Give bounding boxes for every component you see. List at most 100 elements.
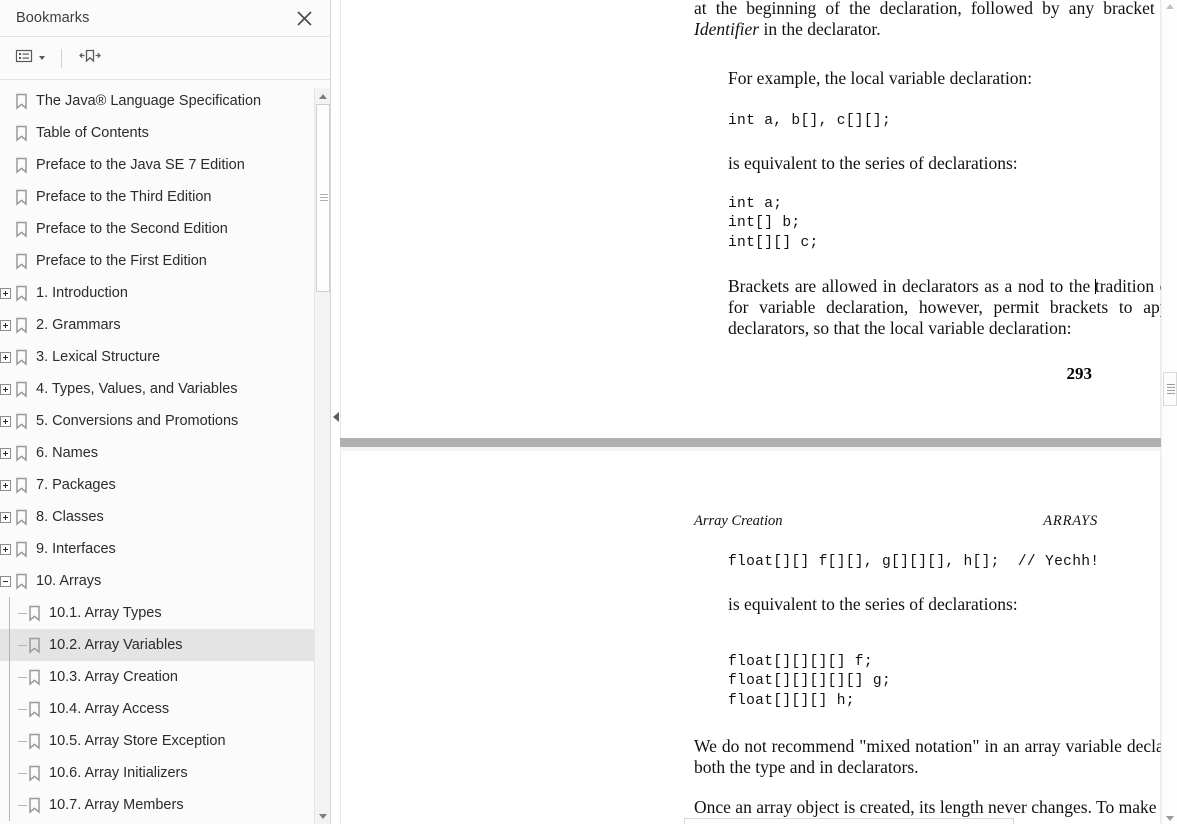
- bookmarks-tree[interactable]: The Java® Language Specification Table of…: [0, 80, 330, 824]
- bookmark-item[interactable]: 10.5. Array Store Exception: [0, 725, 330, 757]
- tree-connector: [18, 612, 27, 614]
- bookmark-icon: [16, 189, 27, 206]
- expand-current-bookmark-button[interactable]: [75, 45, 105, 71]
- bookmark-icon: [16, 317, 27, 334]
- code-block-3: float[][] f[][], g[][][], h[]; // Yechh!: [728, 554, 1100, 570]
- expand-toggle-icon[interactable]: [0, 319, 11, 331]
- expand-bookmark-icon: [78, 46, 102, 71]
- bookmark-icon: [29, 765, 40, 782]
- bookmark-item[interactable]: Preface to the Java SE 7 Edition: [0, 149, 330, 181]
- toolbar-divider: [61, 48, 62, 68]
- scroll-down-arrow-icon[interactable]: [315, 808, 331, 824]
- bookmarks-panel: Bookmarks The Java® Language Specificati…: [0, 0, 331, 824]
- bookmark-icon: [29, 605, 40, 622]
- bookmark-icon: [16, 349, 27, 366]
- identifier-italic: Identifier: [694, 19, 760, 39]
- running-header-right: ARRAYS: [1043, 513, 1098, 529]
- bookmark-label: Table of Contents: [36, 125, 149, 141]
- tree-indent-guide: [0, 661, 18, 693]
- tree-indent-guide: [0, 597, 18, 629]
- close-icon[interactable]: [292, 6, 316, 30]
- bookmark-item[interactable]: 9. Interfaces: [0, 533, 330, 565]
- bookmark-label: 6. Names: [36, 445, 99, 461]
- bookmark-icon: [16, 285, 27, 302]
- brackets-paragraph: Brackets are allowed in declarators as a…: [728, 276, 1177, 339]
- tree-indent-guide: [0, 693, 18, 725]
- document-page-293: at the beginning of the declaration, fol…: [340, 0, 1177, 438]
- panel-title: Bookmarks: [16, 10, 90, 26]
- bookmark-item[interactable]: 10. Arrays: [0, 565, 330, 597]
- bookmark-label: 10.4. Array Access: [49, 701, 170, 717]
- bookmark-item[interactable]: 1. Introduction: [0, 277, 330, 309]
- sidebar-scrollbar[interactable]: [314, 88, 330, 824]
- paragraph-continued-tail: in the declarator.: [759, 19, 881, 39]
- expand-toggle-icon[interactable]: [0, 287, 11, 299]
- bookmark-item[interactable]: 5. Conversions and Promotions: [0, 405, 330, 437]
- running-header-left: Array Creation: [694, 513, 783, 529]
- document-scrollbar[interactable]: [1161, 0, 1177, 824]
- scrollbar-grip-icon: [1167, 384, 1175, 394]
- paragraph-continued-text: at the beginning of the declaration, fol…: [694, 0, 1177, 18]
- sidebar-scrollbar-thumb[interactable]: [316, 104, 330, 292]
- bookmark-icon: [16, 509, 27, 526]
- bookmark-item[interactable]: 7. Packages: [0, 469, 330, 501]
- bookmark-label: Preface to the First Edition: [36, 253, 207, 269]
- bookmark-label: 10. Arrays: [36, 573, 102, 589]
- bookmark-item[interactable]: 3. Lexical Structure: [0, 341, 330, 373]
- bookmark-label: 7. Packages: [36, 477, 116, 493]
- bookmark-item[interactable]: Preface to the First Edition: [0, 245, 330, 277]
- bookmark-label: 10.1. Array Types: [49, 605, 162, 621]
- bookmark-item[interactable]: The Java® Language Specification: [0, 85, 330, 117]
- scroll-up-arrow-icon[interactable]: [1162, 0, 1177, 12]
- bottom-partial-overlay: [684, 818, 1014, 824]
- code-block-4: float[][][][] f; float[][][][][] g; floa…: [728, 654, 892, 709]
- bookmark-item[interactable]: 6. Names: [0, 437, 330, 469]
- bookmark-item[interactable]: 10.2. Array Variables: [0, 629, 330, 661]
- bookmark-icon: [29, 669, 40, 686]
- bookmark-label: 3. Lexical Structure: [36, 349, 161, 365]
- tree-connector: [18, 772, 27, 774]
- bookmark-item[interactable]: 10.1. Array Types: [0, 597, 330, 629]
- bookmark-item[interactable]: 8. Classes: [0, 501, 330, 533]
- bookmark-label: 10.6. Array Initializers: [49, 765, 188, 781]
- collapse-sidebar-handle[interactable]: [331, 405, 341, 429]
- tree-connector: [18, 804, 27, 806]
- expand-toggle-icon[interactable]: [0, 511, 11, 523]
- bookmark-label: 10.5. Array Store Exception: [49, 733, 226, 749]
- expand-toggle-icon[interactable]: [0, 415, 11, 427]
- expand-toggle-icon[interactable]: [0, 543, 11, 555]
- bookmark-item[interactable]: Preface to the Second Edition: [0, 213, 330, 245]
- chevron-left-icon: [333, 412, 339, 422]
- bookmark-item[interactable]: 2. Grammars: [0, 309, 330, 341]
- scroll-down-arrow-icon[interactable]: [1162, 812, 1177, 824]
- expand-toggle-icon[interactable]: [0, 351, 11, 363]
- document-scrollbar-thumb[interactable]: [1163, 372, 1177, 406]
- expand-toggle-icon[interactable]: [0, 447, 11, 459]
- bookmark-label: 2. Grammars: [36, 317, 121, 333]
- tree-indent-guide: [0, 725, 18, 757]
- expand-toggle-icon[interactable]: [0, 479, 11, 491]
- bookmark-item[interactable]: 4. Types, Values, and Variables: [0, 373, 330, 405]
- bookmark-label: Preface to the Java SE 7 Edition: [36, 157, 245, 173]
- bookmark-options-button[interactable]: [12, 45, 48, 71]
- bookmark-icon: [16, 381, 27, 398]
- bookmark-item[interactable]: 10.4. Array Access: [0, 693, 330, 725]
- bookmark-icon: [16, 125, 27, 142]
- bookmark-icon: [16, 221, 27, 238]
- bookmark-item[interactable]: 10.7. Array Members: [0, 789, 330, 821]
- bookmark-label: 9. Interfaces: [36, 541, 116, 557]
- tree-connector: [18, 676, 27, 678]
- array-length-paragraph: Once an array object is created, its len…: [694, 797, 1177, 817]
- bookmark-icon: [16, 413, 27, 430]
- tree-connector: [18, 740, 27, 742]
- bookmark-label: 10.2. Array Variables: [49, 637, 183, 653]
- bookmark-item[interactable]: 10.3. Array Creation: [0, 661, 330, 693]
- example-intro-text: For example, the local variable declarat…: [728, 68, 1033, 88]
- bookmark-item[interactable]: Table of Contents: [0, 117, 330, 149]
- bookmark-item[interactable]: Preface to the Third Edition: [0, 181, 330, 213]
- scroll-up-arrow-icon[interactable]: [315, 88, 330, 104]
- collapse-toggle-icon[interactable]: [0, 575, 11, 587]
- bookmark-item[interactable]: 10.6. Array Initializers: [0, 757, 330, 789]
- expand-toggle-icon[interactable]: [0, 383, 11, 395]
- tree-connector: [18, 708, 27, 710]
